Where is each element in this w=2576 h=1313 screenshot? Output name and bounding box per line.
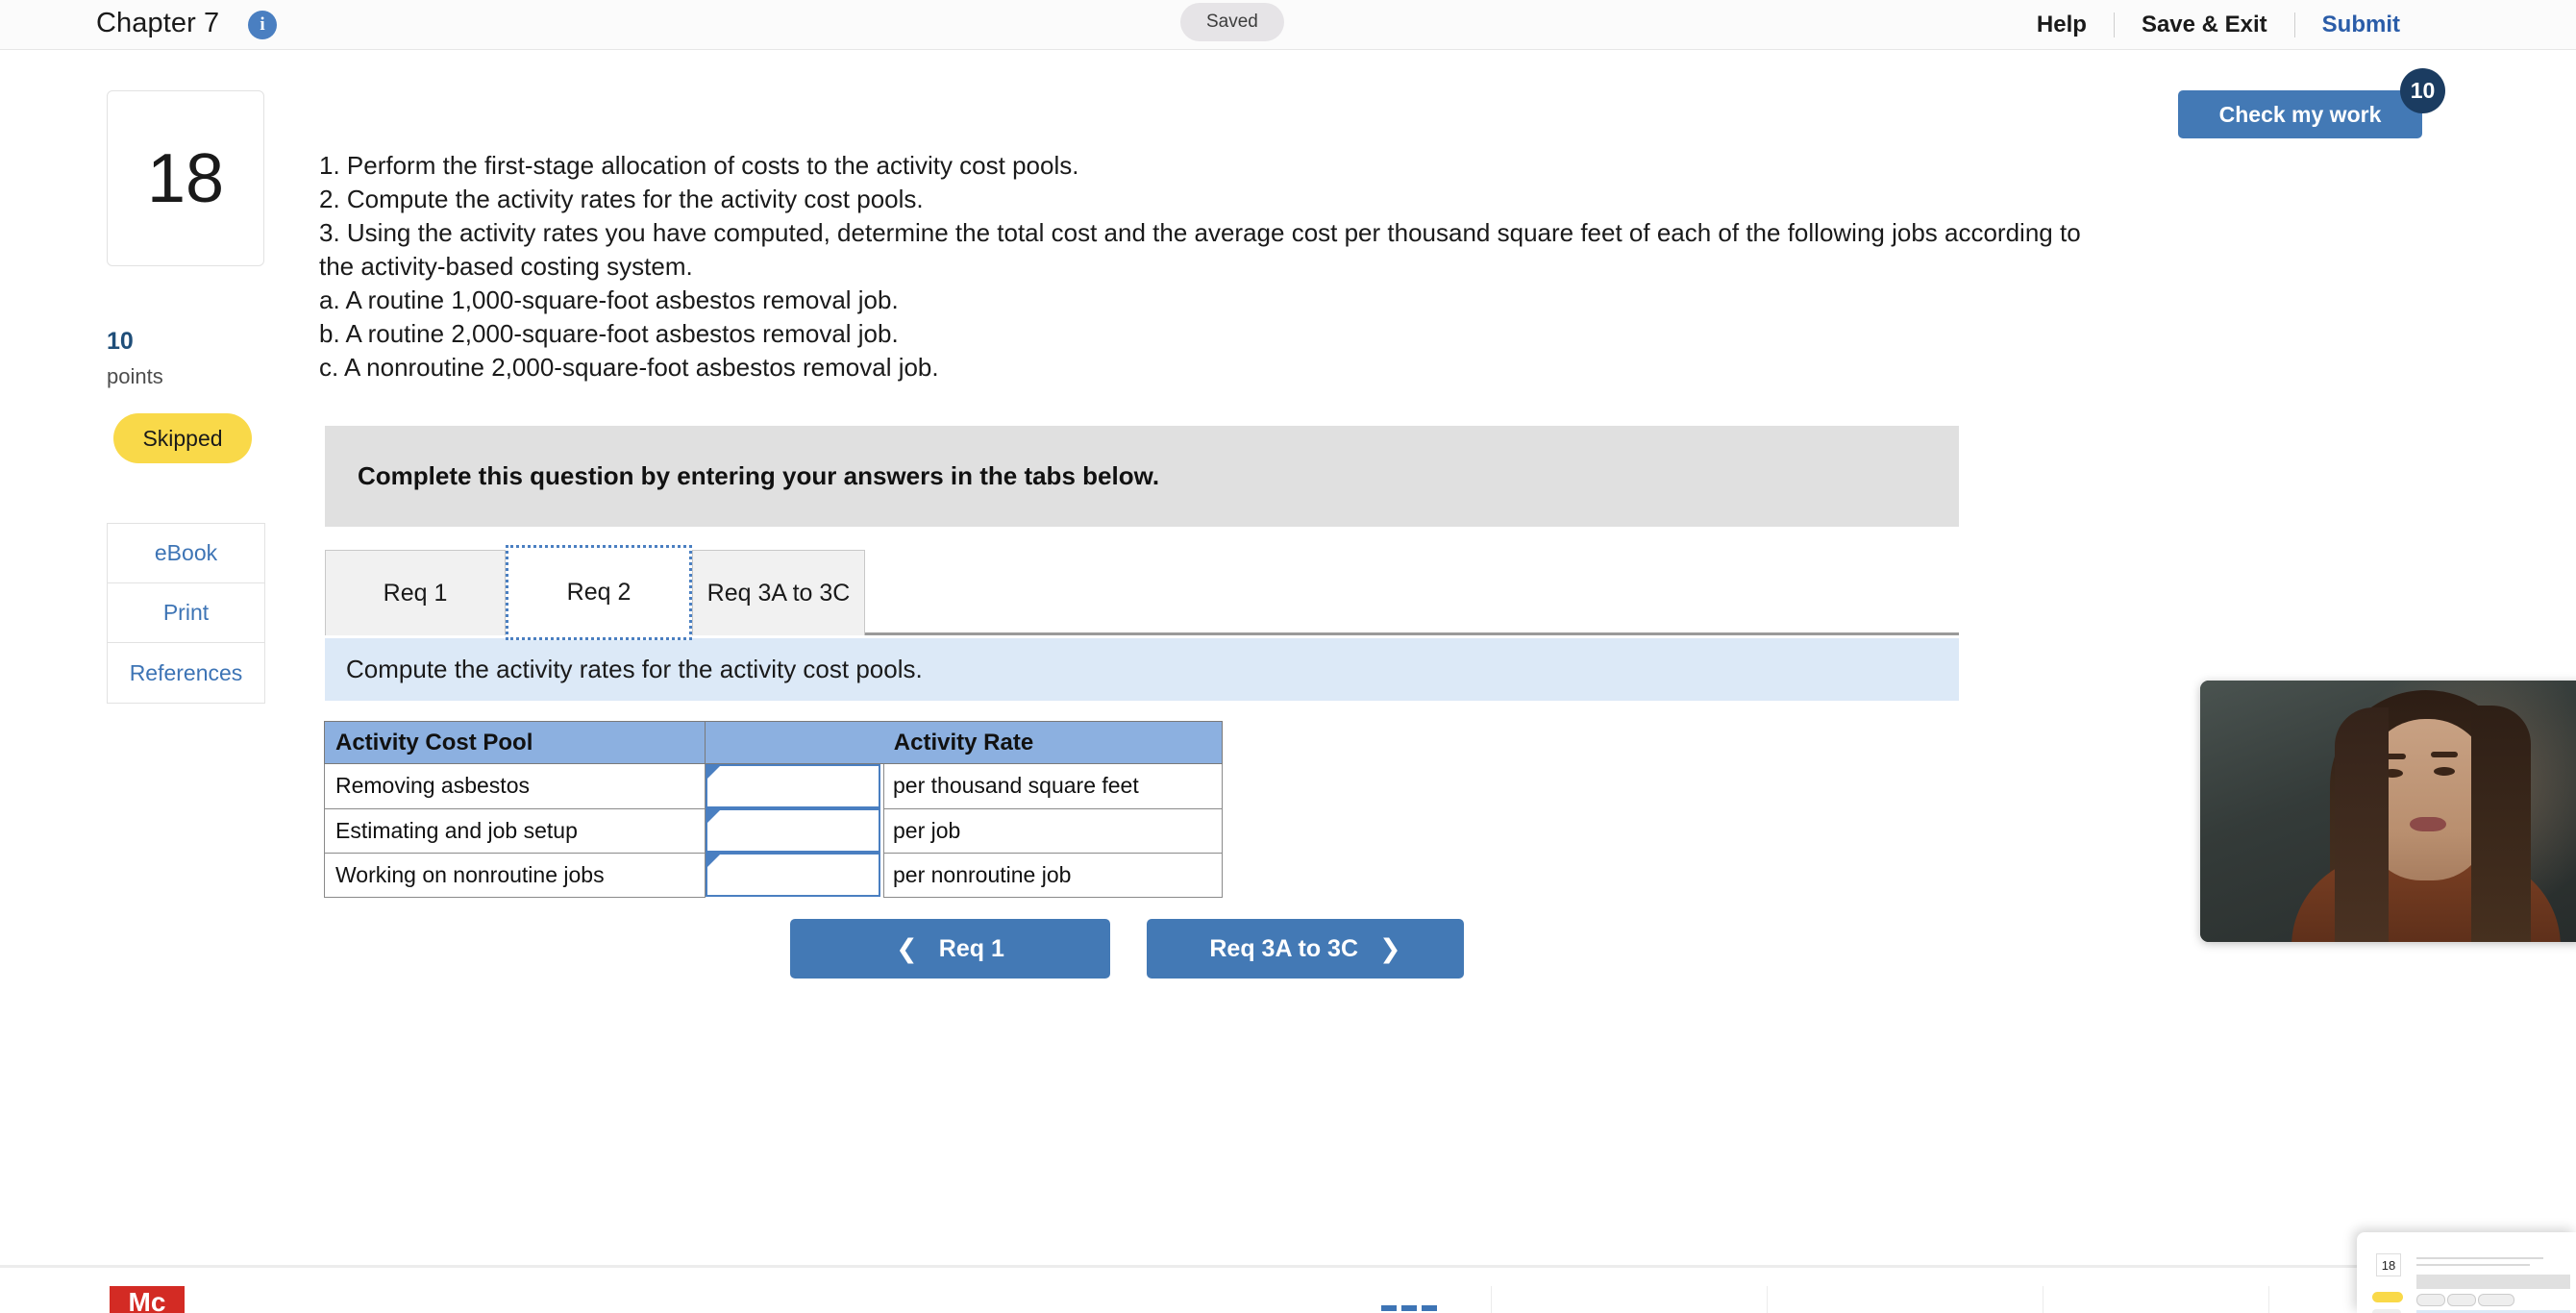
question-line: 3. Using the activity rates you have com… [319,218,2081,281]
status-badge-skipped[interactable]: Skipped [113,413,252,463]
footer-indicator-dots [1381,1305,1437,1311]
input-wrapper [706,853,880,897]
activity-rate-input-removing-asbestos[interactable] [707,766,879,806]
instruction-banner-text: Complete this question by entering your … [358,461,1160,490]
ebook-button[interactable]: eBook [108,524,264,583]
check-my-work-count-badge: 10 [2400,68,2445,113]
activity-rate-input-estimating-and-job-setup[interactable] [707,810,879,851]
footer-divider-vertical [2268,1286,2269,1313]
cell-activity-rate-unit: per nonroutine job [883,852,1223,898]
indicator-dot [1401,1305,1417,1311]
webcam-video-overlay[interactable] [2200,681,2576,942]
thumbnail-content: 18 [2366,1238,2576,1313]
webcam-person-hair-left [2335,707,2389,942]
screen-share-thumbnail[interactable]: 18 [2357,1232,2576,1313]
status-badge-saved: Saved [1180,3,1284,41]
save-and-exit-link[interactable]: Save & Exit [2115,13,2294,37]
footer-divider-vertical [1767,1286,1768,1313]
thumbnail-question-number: 18 [2376,1253,2401,1276]
table-row: Removing asbestos per thousand square fe… [324,763,1223,809]
tab-prompt-strip: Compute the activity rates for the activ… [325,638,1959,701]
indicator-dot [1381,1305,1397,1311]
top-header-bar: Chapter 7 i Saved Help Save & Exit Submi… [0,0,2576,50]
header-actions: Help Save & Exit Submit [2010,0,2427,50]
check-my-work-wrapper: Check my work 10 [2178,68,2445,138]
app-root: Chapter 7 i Saved Help Save & Exit Submi… [0,0,2576,1313]
footer-divider [0,1265,2576,1268]
print-button[interactable]: Print [108,583,264,643]
indicator-dot [1422,1305,1437,1311]
column-header-activity-cost-pool: Activity Cost Pool [324,721,706,764]
cell-activity-cost-pool: Estimating and job setup [324,807,706,854]
input-wrapper [706,808,880,853]
info-icon[interactable]: i [248,11,277,39]
question-line: 1. Perform the first-stage allocation of… [319,151,1079,180]
previous-requirement-button[interactable]: ❮ Req 1 [790,919,1110,979]
cell-activity-cost-pool: Working on nonroutine jobs [324,852,706,898]
question-line: c. A nonroutine 2,000-square-foot asbest… [319,353,939,382]
question-line: b. A routine 2,000-square-foot asbestos … [319,319,899,348]
table-row: Working on nonroutine jobs per nonroutin… [324,852,1223,898]
tab-prompt-text: Compute the activity rates for the activ… [346,655,923,683]
cell-activity-rate-input [706,853,884,897]
question-text: 1. Perform the first-stage allocation of… [319,149,2117,384]
activity-rate-table: Activity Cost Pool Activity Rate Removin… [324,721,1223,898]
table-header-row: Activity Cost Pool Activity Rate [324,721,1223,764]
cell-activity-cost-pool: Removing asbestos [324,763,706,809]
column-header-activity-rate: Activity Rate [705,721,1223,764]
thumbnail-text-line [2416,1257,2543,1259]
question-number-box: 18 [107,90,264,266]
references-button[interactable]: References [108,643,264,703]
activity-rate-input-working-on-nonroutine-jobs[interactable] [707,855,879,895]
cell-activity-rate-input [706,764,884,808]
submit-link[interactable]: Submit [2295,13,2427,37]
check-my-work-button[interactable]: Check my work [2178,90,2422,138]
question-line: 2. Compute the activity rates for the ac… [319,185,924,213]
cell-activity-rate-input [706,808,884,853]
thumbnail-status-pill [2372,1292,2403,1302]
next-requirement-label: Req 3A to 3C [1209,934,1359,962]
footer-divider-vertical [1491,1286,1492,1313]
thumbnail-text-line [2416,1264,2530,1266]
webcam-person-hair-right [2471,706,2531,942]
chevron-left-icon: ❮ [896,933,918,963]
chevron-right-icon: ❯ [1379,933,1401,963]
input-wrapper [706,764,880,808]
thumbnail-rail-button [2372,1309,2401,1313]
webcam-person-eye [2434,767,2455,776]
previous-requirement-label: Req 1 [938,934,1004,962]
instruction-banner: Complete this question by entering your … [325,426,1959,527]
thumbnail-banner [2416,1275,2570,1289]
tab-req-3a-to-3c[interactable]: Req 3A to 3C [692,550,865,635]
question-line: a. A routine 1,000-square-foot asbestos … [319,285,899,314]
page-title: Chapter 7 [96,8,220,38]
cell-activity-rate-unit: per job [883,807,1223,854]
webcam-person-brow [2431,752,2458,757]
thumbnail-tab [2416,1294,2445,1306]
thumbnail-tab [2447,1294,2476,1306]
next-requirement-button[interactable]: Req 3A to 3C ❯ [1147,919,1464,979]
tab-req-1[interactable]: Req 1 [325,550,506,635]
mcgraw-hill-logo: Mc [110,1286,185,1313]
resource-buttons: eBook Print References [107,523,265,704]
question-number: 18 [146,139,225,217]
points-value: 10 [107,328,134,355]
tab-req-2[interactable]: Req 2 [506,545,692,640]
webcam-person-mouth [2410,817,2446,831]
help-link[interactable]: Help [2010,13,2114,37]
table-row: Estimating and job setup per job [324,807,1223,854]
requirement-tabs: Req 1 Req 2 Req 3A to 3C [325,540,1959,640]
points-label: points [107,364,163,388]
cell-activity-rate-unit: per thousand square feet [883,763,1223,809]
thumbnail-tab [2478,1294,2514,1306]
